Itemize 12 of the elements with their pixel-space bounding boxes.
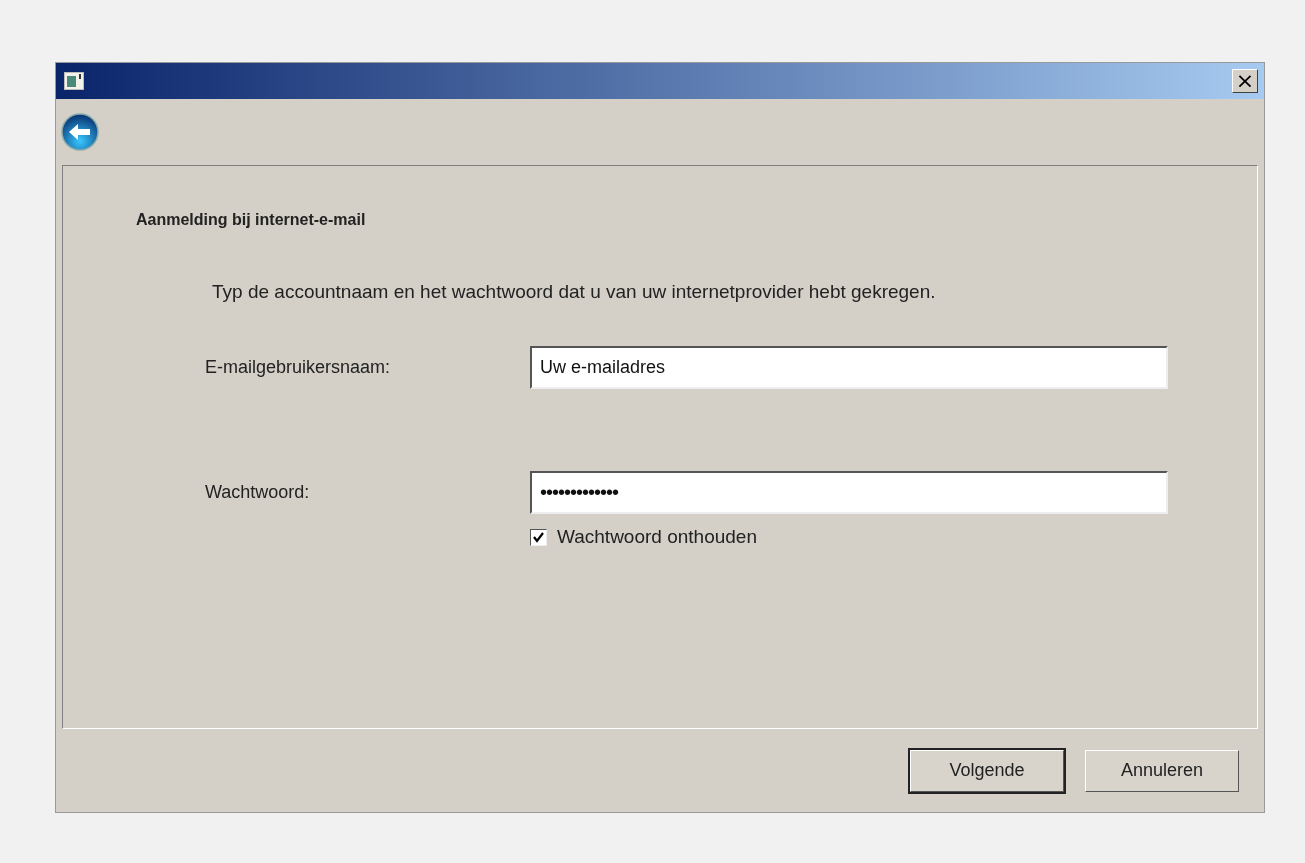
- field-label: E-mailgebruikersnaam:: [205, 357, 392, 378]
- close-button[interactable]: ×: [1232, 69, 1258, 93]
- input-field[interactable]: •••••••••••••: [530, 471, 1168, 514]
- input-field[interactable]: Uw e-mailadres: [530, 346, 1168, 389]
- checkbox-label[interactable]: Wachtwoord onthouden: [557, 526, 757, 548]
- window-icon: [64, 72, 84, 90]
- checkbox[interactable]: [530, 528, 547, 546]
- next-button[interactable]: Volgende: [910, 749, 1064, 792]
- field-label: Wachtwoord:: [205, 482, 311, 503]
- page-heading: Aanmelding bij internet-e-mail: [136, 211, 367, 229]
- instruction-text: Typ de accountnaam en het wachtwoord dat u van uw internetprovider hebt gekregen.: [212, 281, 937, 303]
- cancel-button[interactable]: Annuleren: [1085, 749, 1239, 792]
